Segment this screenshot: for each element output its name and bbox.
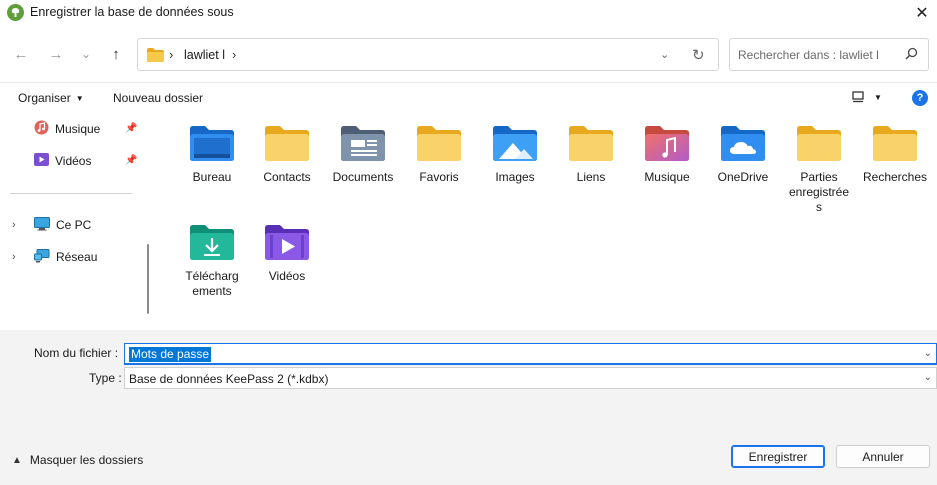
sidebar-item-label: Vidéos: [55, 154, 92, 168]
sidebar-item-label: Réseau: [56, 250, 98, 264]
folder-item-musique[interactable]: Musique: [629, 112, 705, 185]
up-button[interactable]: ↑: [106, 44, 126, 64]
search-input[interactable]: Rechercher dans : lawliet l: [738, 48, 879, 62]
sidebar-divider: [10, 193, 132, 194]
folder-item-liens[interactable]: Liens: [553, 112, 629, 185]
filename-field[interactable]: Mots de passe ⌄: [124, 343, 937, 365]
close-button[interactable]: ✕: [907, 0, 937, 26]
pin-icon[interactable]: 📌: [125, 123, 137, 134]
folder-name: Liens: [576, 170, 606, 184]
chevron-down-icon[interactable]: ⌄: [924, 348, 932, 359]
file-type-value: Base de données KeePass 2 (*.kdbx): [129, 372, 329, 386]
sidebar-item-label: Ce PC: [56, 218, 92, 232]
desktop-folder-icon: [190, 125, 234, 161]
folder-item-parties-enregistrees[interactable]: Parties enregistrées: [781, 112, 857, 215]
file-type-select[interactable]: Base de données KeePass 2 (*.kdbx) ⌄: [124, 367, 937, 389]
view-caret-down-icon[interactable]: ▼: [874, 93, 882, 102]
title-bar: Enregistrer la base de données sous ✕: [0, 0, 937, 26]
sidebar-item-musique[interactable]: Musique: [34, 118, 100, 140]
documents-folder-icon: [341, 125, 385, 161]
keepass-app-icon: [7, 4, 24, 21]
navigation-pane: Musique 📌 Vidéos 📌 › Ce PC › Réseau: [0, 112, 157, 330]
forward-button[interactable]: →: [46, 44, 66, 64]
folder-item-images[interactable]: Images: [477, 112, 553, 185]
folder-name: Recherches: [862, 170, 928, 184]
hide-folders-label: Masquer les dossiers: [29, 453, 144, 467]
folder-icon: [417, 125, 461, 161]
computer-icon: [34, 216, 50, 234]
address-dropdown-icon[interactable]: ⌄: [660, 48, 669, 61]
sidebar-item-videos[interactable]: Vidéos: [34, 150, 91, 172]
sidebar-item-reseau[interactable]: Réseau: [34, 246, 97, 268]
new-folder-button[interactable]: Nouveau dossier: [113, 91, 203, 105]
video-icon: [34, 152, 49, 170]
folder-icon: [873, 125, 917, 161]
filename-input[interactable]: Mots de passe: [129, 347, 212, 362]
sidebar-item-label: Musique: [55, 122, 101, 136]
type-label: Type :: [89, 371, 122, 385]
folder-icon: [797, 125, 841, 161]
chevron-up-icon: ▲: [12, 454, 22, 466]
folder-item-bureau[interactable]: Bureau: [174, 112, 250, 185]
folder-name: Parties enregistrées: [788, 170, 850, 214]
folder-name: Contacts: [263, 170, 311, 184]
cancel-button[interactable]: Annuler: [836, 445, 930, 468]
onedrive-folder-icon: [721, 125, 765, 161]
back-button[interactable]: ←: [11, 44, 31, 64]
search-icon[interactable]: [905, 47, 918, 63]
folder-item-contacts[interactable]: Contacts: [249, 112, 325, 185]
folder-icon: [147, 48, 164, 65]
sidebar-scrollbar[interactable]: [147, 244, 149, 314]
folder-icon: [569, 125, 613, 161]
command-bar: Organiser ▼ Nouveau dossier ▼ ?: [0, 82, 937, 112]
chevron-right-icon[interactable]: ›: [12, 251, 16, 263]
folder-item-videos[interactable]: Vidéos: [249, 211, 325, 284]
refresh-icon[interactable]: ↻: [692, 46, 705, 64]
folder-item-documents[interactable]: Documents: [325, 112, 401, 185]
folder-name: Bureau: [192, 170, 232, 184]
search-box[interactable]: Rechercher dans : lawliet l: [729, 38, 929, 71]
pictures-folder-icon: [493, 125, 537, 161]
chevron-right-icon[interactable]: ›: [12, 219, 16, 231]
organize-label: Organiser: [18, 91, 71, 105]
videos-folder-icon: [265, 224, 309, 260]
folder-name: Documents: [332, 170, 394, 184]
network-icon: [34, 248, 50, 266]
folder-name: Téléchargements: [185, 269, 239, 298]
folder-name: Favoris: [419, 170, 459, 184]
recent-locations-button[interactable]: ⌄: [76, 44, 96, 64]
breadcrumb-separator[interactable]: ›: [232, 47, 236, 62]
downloads-folder-icon: [190, 224, 234, 260]
breadcrumb-lawliet[interactable]: lawliet l: [184, 48, 225, 62]
window-title: Enregistrer la base de données sous: [30, 5, 234, 19]
file-list-view: Bureau Contacts Documents Favoris Images…: [157, 112, 937, 330]
folder-name: Images: [495, 170, 535, 184]
caret-down-icon: ▼: [75, 94, 84, 103]
folder-item-telechargements[interactable]: Téléchargements: [174, 211, 250, 299]
navigation-bar: ← → ⌄ ↑ › lawliet l › ⌄ ↻ Rechercher dan…: [0, 26, 937, 82]
help-icon[interactable]: ?: [912, 90, 928, 106]
music-icon: [34, 120, 49, 138]
filename-label: Nom du fichier :: [34, 346, 119, 360]
pin-icon[interactable]: 📌: [125, 155, 137, 166]
folder-item-recherches[interactable]: Recherches: [857, 112, 933, 185]
sidebar-item-ce-pc[interactable]: Ce PC: [34, 214, 91, 236]
folder-item-onedrive[interactable]: OneDrive: [705, 112, 781, 185]
organize-menu-button[interactable]: Organiser ▼: [18, 91, 84, 105]
save-form: Nom du fichier : Mots de passe ⌄ Type : …: [0, 330, 937, 485]
breadcrumb-separator[interactable]: ›: [169, 47, 173, 62]
folder-item-favoris[interactable]: Favoris: [401, 112, 477, 185]
view-options-icon[interactable]: [851, 90, 865, 107]
music-folder-icon: [645, 125, 689, 161]
folder-name: OneDrive: [717, 170, 769, 184]
folder-icon: [265, 125, 309, 161]
address-bar[interactable]: › lawliet l › ⌄ ↻: [137, 38, 719, 71]
folder-name: Vidéos: [268, 269, 306, 283]
save-button[interactable]: Enregistrer: [731, 445, 825, 468]
hide-folders-button[interactable]: ▲ Masquer les dossiers: [12, 453, 143, 467]
folder-name: Musique: [644, 170, 690, 184]
chevron-down-icon[interactable]: ⌄: [924, 372, 932, 383]
